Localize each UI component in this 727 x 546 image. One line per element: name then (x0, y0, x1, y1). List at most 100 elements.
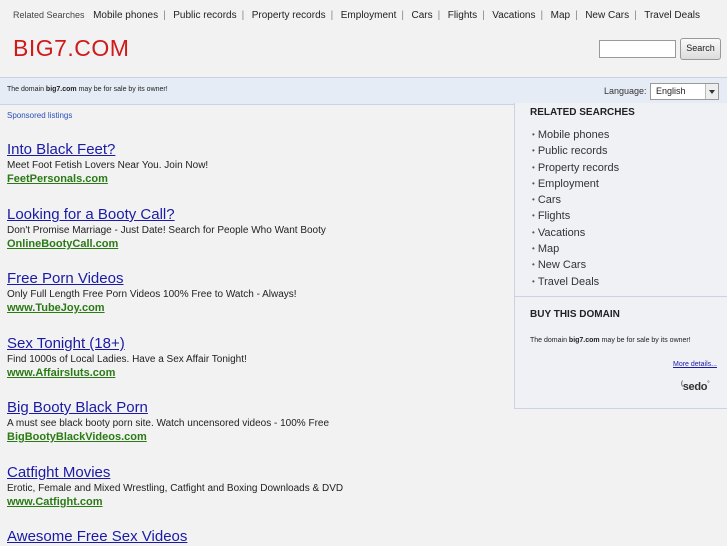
ad-title-link[interactable]: Free Porn Videos (7, 270, 297, 288)
separator: | (163, 10, 166, 21)
buy-text-before: The domain (530, 337, 569, 344)
related-search-link[interactable]: Employment (538, 178, 599, 190)
related-search-item[interactable]: • Cars (532, 192, 619, 208)
related-search-link[interactable]: Mobile phones (538, 129, 610, 141)
related-search-item[interactable]: • Employment (532, 176, 619, 192)
ad-listing: Sex Tonight (18+) Find 1000s of Local La… (7, 335, 247, 380)
banner-text-after: may be for sale by its owner! (76, 86, 168, 93)
sedo-logo-text: sedo (682, 381, 708, 393)
buy-domain-text: The domain big7.com may be for sale by i… (530, 337, 691, 344)
related-search-link[interactable]: Vacations (538, 227, 586, 239)
top-link-property-records[interactable]: Property records (252, 10, 326, 21)
related-search-item[interactable]: • Travel Deals (532, 274, 619, 290)
sidebar: RELATED SEARCHES • Mobile phones • Public … (514, 103, 727, 409)
top-link-flights[interactable]: Flights (448, 10, 477, 21)
ad-description: Erotic, Female and Mixed Wrestling, Catf… (7, 483, 344, 494)
ad-url-link[interactable]: www.Affairsluts.com (7, 366, 247, 380)
separator: | (575, 10, 578, 21)
bullet-icon: • (532, 195, 535, 205)
separator: | (330, 10, 334, 21)
top-related-searches-bar: Related Searches Mobile phones | Public r… (13, 10, 700, 21)
ad-url-link[interactable]: www.Catfight.com (7, 495, 343, 509)
ad-listing: Catfight Movies Erotic, Female and Mixed… (7, 464, 343, 509)
ad-description: Only Full Length Free Porn Videos 100% F… (7, 289, 297, 300)
top-link-public-records[interactable]: Public records (173, 10, 236, 21)
bullet-icon: • (532, 178, 535, 188)
buy-domain-name: big7.com (568, 337, 600, 344)
related-search-item[interactable]: • Property records (532, 160, 619, 176)
related-searches-heading: RELATED SEARCHES (530, 107, 635, 118)
top-link-cars[interactable]: Cars (411, 10, 432, 21)
top-link-vacations[interactable]: Vacations (492, 10, 535, 21)
ad-listing: Into Black Feet? Meet Foot Fetish Lovers… (7, 141, 208, 186)
ad-title-link[interactable]: Sex Tonight (18+) (7, 335, 247, 353)
separator: | (540, 10, 544, 21)
ad-url-link[interactable]: FeetPersonals.com (7, 172, 208, 186)
ad-description: A must see black booty porn site. Watch … (7, 418, 330, 429)
bullet-icon: • (532, 211, 535, 221)
related-search-item[interactable]: • Map (532, 241, 619, 257)
more-details-link[interactable]: More details... (673, 361, 717, 368)
search-button[interactable]: Search (680, 38, 721, 60)
domain-sale-banner: The domain big7.com may be for sale by i… (0, 77, 727, 105)
bullet-icon: • (532, 130, 535, 139)
separator: | (634, 10, 637, 21)
related-search-item[interactable]: • New Cars (532, 257, 619, 273)
separator: | (401, 10, 404, 21)
ad-url-link[interactable]: OnlineBootyCall.com (7, 237, 326, 251)
related-search-link[interactable]: Travel Deals (538, 276, 599, 288)
bullet-icon: • (532, 162, 535, 172)
related-searches-label: Related Searches (13, 10, 85, 20)
language-select[interactable]: English (650, 83, 719, 100)
ad-listing: Big Booty Black Porn A must see black bo… (7, 399, 329, 444)
banner-text: The domain big7.com may be for sale by i… (7, 86, 168, 93)
search-input[interactable] (599, 40, 676, 58)
ad-title-link[interactable]: Looking for a Booty Call? (7, 206, 326, 224)
ad-title-link[interactable]: Catfight Movies (7, 464, 343, 482)
bullet-icon: • (532, 276, 535, 286)
related-search-item[interactable]: • Flights (532, 208, 619, 224)
registered-icon: ° (707, 381, 710, 387)
ad-description: Find 1000s of Local Ladies. Have a Sex A… (7, 354, 247, 365)
top-link-travel-deals[interactable]: Travel Deals (644, 10, 700, 21)
ad-listing: Looking for a Booty Call? Don't Promise … (7, 206, 326, 251)
buy-domain-heading: BUY THIS DOMAIN (530, 309, 620, 320)
ad-description: Don't Promise Marriage - Just Date! Sear… (7, 225, 326, 236)
ad-listing: Awesome Free Sex Videos (7, 528, 187, 546)
chevron-down-icon[interactable] (705, 84, 718, 99)
bullet-icon: • (532, 227, 535, 237)
related-search-link[interactable]: New Cars (538, 259, 586, 271)
bullet-icon: • (532, 244, 535, 254)
related-searches-list: • Mobile phones • Public records • Property… (532, 127, 619, 290)
related-search-link[interactable]: Flights (538, 210, 570, 222)
language-label: Language: (604, 86, 647, 96)
related-search-link[interactable]: Cars (538, 194, 561, 206)
top-link-map[interactable]: Map (551, 10, 570, 21)
sedo-logo[interactable]: (sedo° (681, 381, 710, 393)
top-link-employment[interactable]: Employment (341, 10, 397, 21)
top-link-mobile-phones[interactable]: Mobile phones (93, 10, 158, 21)
separator: | (482, 10, 485, 21)
related-search-item[interactable]: • Mobile phones (532, 127, 619, 143)
separator: | (241, 10, 245, 21)
related-search-item[interactable]: • Vacations (532, 225, 619, 241)
ad-url-link[interactable]: BigBootyBlackVideos.com (7, 430, 329, 444)
banner-text-before: The domain (7, 86, 46, 93)
ad-title-link[interactable]: Awesome Free Sex Videos (7, 528, 187, 546)
related-search-item[interactable]: • Public records (532, 143, 619, 159)
related-search-link[interactable]: Map (538, 243, 559, 255)
bullet-icon: • (532, 260, 535, 270)
site-logo[interactable]: BIG7.COM (13, 35, 129, 62)
ad-url-link[interactable]: www.TubeJoy.com (7, 301, 297, 315)
ad-title-link[interactable]: Big Booty Black Porn (7, 399, 329, 417)
buy-text-after: may be for sale by its owner! (599, 337, 691, 344)
related-search-link[interactable]: Public records (538, 145, 608, 157)
sponsored-listings-label: Sponsored listings (7, 111, 73, 120)
top-link-new-cars[interactable]: New Cars (585, 10, 629, 21)
banner-domain: big7.com (45, 86, 77, 93)
language-value: English (656, 86, 686, 96)
ad-listing: Free Porn Videos Only Full Length Free P… (7, 270, 297, 315)
ad-title-link[interactable]: Into Black Feet? (7, 141, 208, 159)
related-search-link[interactable]: Property records (538, 162, 619, 174)
ad-description: Meet Foot Fetish Lovers Near You. Join N… (7, 160, 209, 171)
